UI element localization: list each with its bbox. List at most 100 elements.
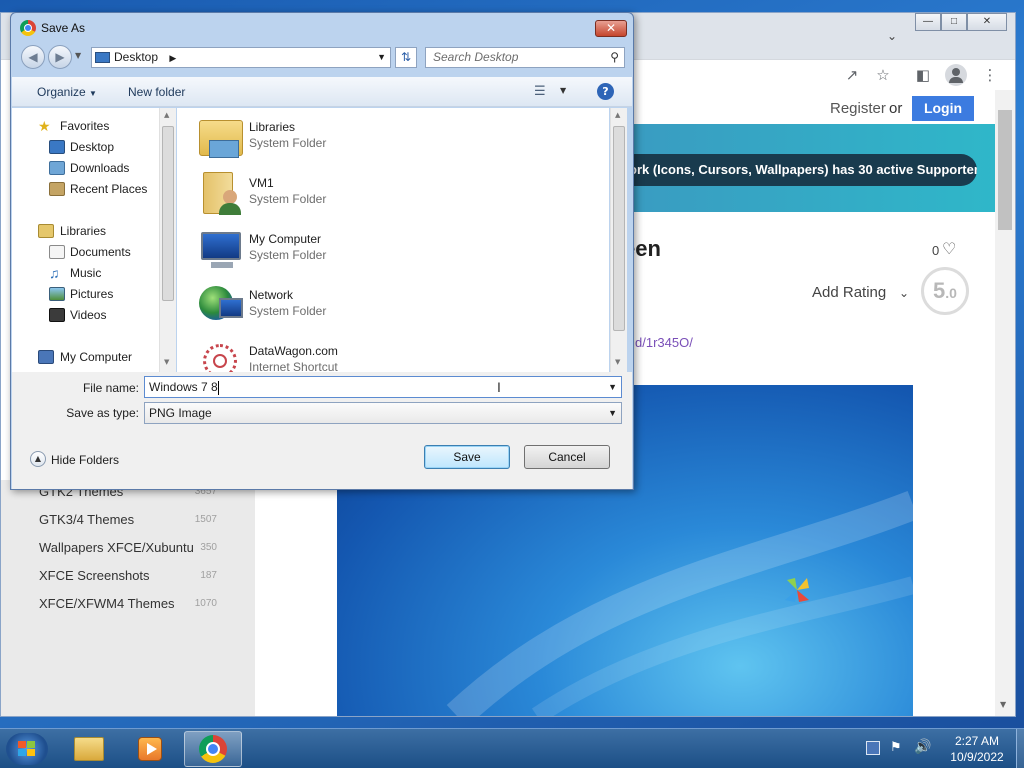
category-item[interactable]: Wallpapers XFCE/Xubuntu 350 [39, 540, 239, 555]
nav-label: Pictures [70, 287, 114, 301]
save-as-type-select[interactable]: PNG Image ▼ [144, 402, 622, 424]
category-count: 350 [200, 542, 217, 553]
address-bar[interactable]: Desktop ▶ ▼ [91, 47, 391, 68]
volume-icon[interactable]: 🔊 [914, 739, 931, 755]
link-fragment[interactable]: d/1r345O/ [635, 335, 693, 350]
file-item-libraries[interactable]: Libraries System Folder [197, 110, 597, 166]
taskbar-chrome-button[interactable] [184, 731, 242, 767]
help-icon[interactable]: ? [597, 83, 614, 100]
rating-circle: 5.0 [921, 267, 969, 315]
libraries-icon [38, 224, 54, 238]
chrome-icon [199, 735, 227, 763]
nav-item-my-computer[interactable]: My Computer [12, 347, 172, 368]
scroll-up-icon[interactable]: ▲ [164, 111, 169, 119]
file-name-value: Windows 7 8 [149, 380, 218, 394]
nav-item-music[interactable]: ♫ Music [12, 263, 172, 284]
forward-button[interactable]: ▶ [48, 45, 72, 69]
chevron-down-icon[interactable]: ▼ [560, 86, 566, 95]
scroll-up-icon[interactable]: ▲ [615, 111, 620, 119]
search-icon[interactable]: ⚲ [610, 48, 619, 67]
scroll-down-icon[interactable]: ▼ [615, 358, 620, 366]
videos-icon [49, 308, 65, 322]
menu-kebab-icon[interactable]: ⋮ [981, 66, 999, 84]
nav-item-videos[interactable]: Videos [12, 305, 172, 326]
scrollbar-thumb[interactable] [162, 126, 174, 301]
file-name-input[interactable]: Windows 7 8 ▼ I [144, 376, 622, 398]
show-desktop-button[interactable] [1016, 729, 1024, 768]
register-link[interactable]: Register [830, 100, 886, 117]
nav-item-downloads[interactable]: Downloads [12, 158, 172, 179]
bookmark-star-icon[interactable]: ☆ [874, 66, 892, 84]
scrollbar-thumb[interactable] [613, 126, 625, 331]
supporters-text: ork (Icons, Cursors, Wallpapers) has 30 … [629, 162, 977, 177]
breadcrumb-arrow-icon[interactable]: ▶ [169, 53, 176, 63]
scroll-down-icon[interactable]: ▼ [1000, 700, 1006, 709]
save-button[interactable]: Save [424, 445, 510, 469]
page-scrollbar[interactable]: ▼ [995, 90, 1015, 716]
file-item-my-computer[interactable]: My Computer System Folder [197, 222, 597, 278]
address-text: Desktop [114, 50, 159, 64]
category-item[interactable]: XFCE/XFWM4 Themes 1070 [39, 596, 239, 611]
file-name: My Computer [249, 232, 322, 246]
navigation-pane: ★ Favorites Desktop Downloads Recent Plac… [12, 108, 176, 372]
computer-icon [197, 226, 245, 272]
nav-item-documents[interactable]: Documents [12, 242, 172, 263]
chevron-up-icon[interactable]: ▲ [30, 451, 46, 467]
cancel-button[interactable]: Cancel [524, 445, 610, 469]
scrollbar-thumb[interactable] [998, 110, 1012, 230]
navigation-scrollbar[interactable]: ▲ ▼ [159, 108, 176, 372]
minimize-button[interactable]: — [915, 13, 941, 31]
network-tray-icon[interactable] [866, 741, 880, 755]
file-type: Internet Shortcut [249, 360, 338, 372]
scroll-down-icon[interactable]: ▼ [164, 358, 169, 366]
category-item[interactable]: GTK3/4 Themes 1507 [39, 512, 239, 527]
file-item-vm1[interactable]: VM1 System Folder [197, 166, 597, 222]
media-player-icon [138, 737, 162, 761]
recent-locations-chevron-icon[interactable]: ▼ [75, 51, 81, 60]
hide-folders-button[interactable]: Hide Folders [51, 453, 119, 467]
back-button[interactable]: ◀ [21, 45, 45, 69]
command-bar: Organize ▼ New folder ☰ ▼ ? [12, 77, 632, 107]
nav-item-favorites[interactable]: ★ Favorites [12, 116, 172, 137]
side-panel-icon[interactable]: ◧ [914, 66, 932, 84]
login-button[interactable]: Login [912, 96, 974, 121]
category-item[interactable]: XFCE Screenshots 187 [39, 568, 239, 583]
window-close-button[interactable]: ✕ [967, 13, 1007, 31]
action-center-flag-icon[interactable]: ⚑ [890, 740, 902, 755]
clock-date: 10/9/2022 [950, 750, 1004, 764]
start-button[interactable] [6, 733, 48, 765]
chevron-down-icon[interactable]: ⌄ [899, 286, 909, 300]
file-name-label: File name: [82, 381, 139, 395]
chevron-down-icon[interactable]: ▼ [608, 377, 617, 397]
nav-item-recent-places[interactable]: Recent Places [12, 179, 172, 200]
share-icon[interactable]: ↗ [843, 66, 861, 84]
nav-item-pictures[interactable]: Pictures [12, 284, 172, 305]
taskbar-explorer-button[interactable] [60, 731, 118, 767]
system-clock[interactable]: 2:27 AM 10/9/2022 [942, 733, 1012, 765]
downloads-icon [49, 161, 65, 175]
profile-avatar-icon[interactable] [945, 64, 967, 86]
search-input[interactable]: Search Desktop ⚲ [425, 47, 625, 68]
supporters-pill[interactable]: ork (Icons, Cursors, Wallpapers) has 30 … [621, 154, 977, 186]
chevron-down-icon[interactable]: ▼ [377, 48, 386, 67]
file-item-network[interactable]: Network System Folder [197, 278, 597, 334]
heart-icon[interactable]: ♡ [942, 239, 956, 258]
chevron-down-icon[interactable]: ▼ [608, 403, 617, 423]
nav-item-libraries[interactable]: Libraries [12, 221, 172, 242]
file-item-datawagon[interactable]: DataWagon.com Internet Shortcut [197, 334, 597, 372]
organize-label: Organize [37, 85, 86, 99]
organize-button[interactable]: Organize ▼ [37, 85, 97, 99]
chevron-down-icon[interactable]: ⌄ [887, 29, 897, 43]
search-placeholder: Search Desktop [433, 50, 519, 64]
add-rating-dropdown[interactable]: Add Rating [812, 284, 886, 301]
view-options-icon[interactable]: ☰ [534, 84, 546, 99]
new-folder-button[interactable]: New folder [128, 85, 185, 99]
maximize-button[interactable]: □ [941, 13, 967, 31]
nav-label: Music [70, 266, 102, 280]
nav-item-desktop[interactable]: Desktop [12, 137, 172, 158]
taskbar-media-player-button[interactable] [122, 731, 180, 767]
file-name: Libraries [249, 120, 296, 134]
file-list-scrollbar[interactable]: ▲ ▼ [610, 108, 627, 372]
dialog-close-button[interactable]: ✕ [595, 20, 627, 37]
refresh-button[interactable]: ⇅ [395, 47, 417, 68]
